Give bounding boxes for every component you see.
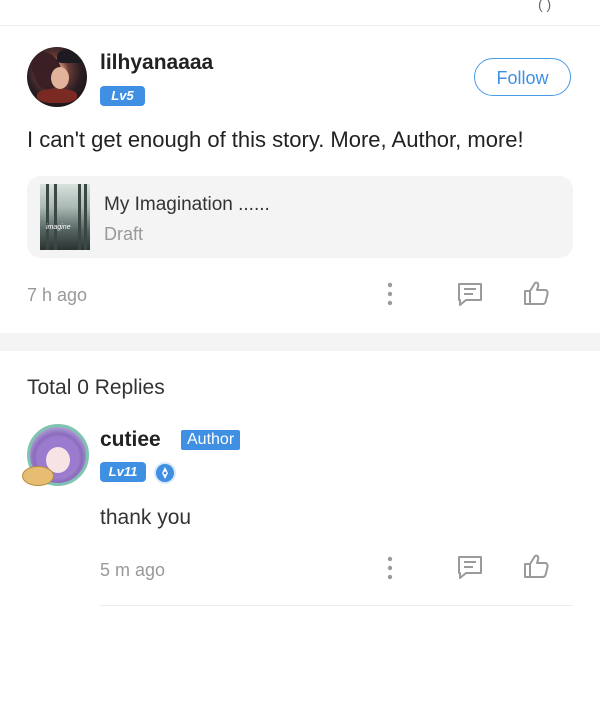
avatar-frame-ornament [22,466,54,486]
pen-badge-icon [154,462,176,484]
thumbs-up-icon[interactable] [522,279,550,307]
commenter-avatar[interactable] [27,47,87,107]
comment-time: 7 h ago [27,285,88,305]
reply-time: 5 m ago [100,560,166,580]
story-cover-text: imagine [46,224,71,231]
story-status: Draft [104,224,144,244]
top-clipped-text: ( ) [538,0,552,12]
more-vertical-icon[interactable] [380,555,400,581]
follow-button[interactable]: Follow [474,58,571,96]
replier-username[interactable]: cutiee [100,428,161,452]
total-replies-label: Total 0 Replies [27,376,165,399]
story-title: My Imagination ...... [104,194,270,215]
author-badge: Author [181,430,241,450]
reply-divider [100,605,573,606]
thumbs-up-icon[interactable] [522,552,550,580]
level-badge: Lv5 [100,86,145,106]
comment-text: I can't get enough of this story. More, … [27,127,524,152]
story-card[interactable]: imagine My Imagination ...... Draft [27,176,573,258]
comment-icon[interactable] [456,553,484,581]
reply-text: thank you [100,506,192,529]
more-vertical-icon[interactable] [380,281,400,307]
level-badge: Lv11 [100,462,146,482]
section-separator [0,333,600,351]
top-divider [0,25,600,26]
story-cover-image: imagine [40,184,90,250]
commenter-username[interactable]: lilhyanaaaa [100,51,213,75]
comment-icon[interactable] [456,280,484,308]
